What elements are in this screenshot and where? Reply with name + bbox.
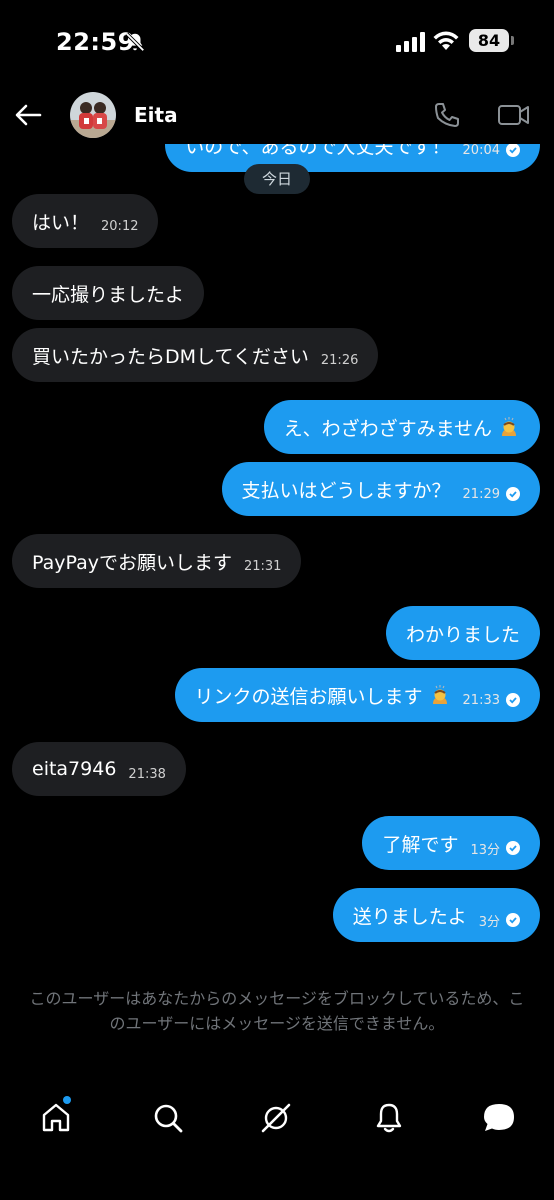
search-icon[interactable] (150, 1100, 186, 1136)
bowing-person-emoji (432, 685, 447, 704)
bowing-person-emoji (502, 417, 516, 436)
read-check-icon (506, 487, 520, 501)
home-icon[interactable] (38, 1100, 74, 1136)
read-check-icon (506, 841, 520, 855)
message-text: 了解です (382, 833, 459, 856)
message-text: わかりました (405, 623, 520, 646)
avatar[interactable] (70, 92, 116, 138)
message-list[interactable]: 今日 いので、あるので大丈夫です！ 20:04 はい！ 20:12 一応撮りまし… (0, 144, 554, 969)
bell-off-icon (125, 32, 145, 52)
grok-icon[interactable] (258, 1100, 294, 1136)
message-time: 20:04 (462, 144, 500, 158)
message-bubble-out[interactable]: わかりました (385, 606, 540, 660)
notifications-icon[interactable] (371, 1100, 407, 1136)
wifi-icon (433, 31, 459, 50)
messages-icon[interactable] (481, 1100, 517, 1136)
message-text: え、わざわざすみません (283, 417, 492, 440)
message-text: リンクの送信お願いします (194, 685, 423, 708)
message-text: はい！ (32, 211, 90, 234)
contact-name[interactable]: Eita (134, 103, 178, 127)
conversation-header: Eita (0, 86, 554, 144)
message-bubble-out[interactable]: いので、あるので大丈夫です！ 20:04 (165, 144, 540, 172)
message-text: PayPayでお願いします (32, 551, 232, 574)
message-text: eita7946 (32, 758, 117, 780)
message-bubble-out[interactable]: 了解です 13分 (362, 816, 540, 870)
message-bubble-out[interactable]: 支払いはどうしますか？ 21:29 (221, 462, 540, 516)
date-separator: 今日 (244, 164, 310, 194)
read-check-icon (506, 913, 520, 927)
message-time: 21:29 (462, 486, 500, 502)
message-bubble-out[interactable]: 送りましたよ 3分 (332, 888, 540, 942)
message-time: 21:31 (243, 558, 282, 574)
message-time: 3分 (478, 914, 500, 930)
phone-icon[interactable] (432, 100, 462, 130)
message-text: 支払いはどうしますか？ (241, 479, 451, 502)
message-text: 送りましたよ (352, 905, 467, 928)
video-icon[interactable] (497, 101, 531, 129)
message-time: 21:26 (320, 352, 359, 368)
back-arrow-icon[interactable] (12, 100, 44, 130)
blocked-notice: このユーザーはあなたからのメッセージをブロックしているため、このユーザーにはメッ… (29, 989, 525, 1033)
battery-tip (511, 36, 514, 45)
message-time: 21:38 (128, 766, 166, 782)
read-check-icon (506, 144, 520, 157)
status-bar: 22:59 84 (0, 0, 554, 84)
message-bubble-in[interactable]: eita7946 21:38 (12, 742, 186, 796)
message-bubble-out[interactable]: リンクの送信お願いします 21:33 (174, 668, 540, 722)
message-text: 一応撮りましたよ (32, 283, 185, 306)
message-bubble-in[interactable]: 一応撮りましたよ (12, 266, 205, 320)
signal-icon (396, 32, 425, 52)
message-bubble-in[interactable]: PayPayでお願いします 21:31 (12, 534, 302, 588)
bottom-nav (0, 1090, 554, 1150)
read-check-icon (506, 693, 520, 707)
message-time: 21:33 (462, 692, 500, 708)
message-time: 20:12 (101, 218, 139, 234)
message-bubble-in[interactable]: 買いたかったらDMしてください 21:26 (12, 328, 379, 382)
battery-icon: 84 (469, 29, 509, 52)
message-time: 13分 (470, 842, 500, 858)
message-text: 買いたかったらDMしてください (32, 345, 309, 368)
message-bubble-out[interactable]: え、わざわざすみません (263, 400, 540, 454)
message-bubble-in[interactable]: はい！ 20:12 (12, 194, 159, 248)
message-text: いので、あるので大丈夫です！ (185, 144, 451, 158)
home-notification-dot (63, 1096, 71, 1104)
